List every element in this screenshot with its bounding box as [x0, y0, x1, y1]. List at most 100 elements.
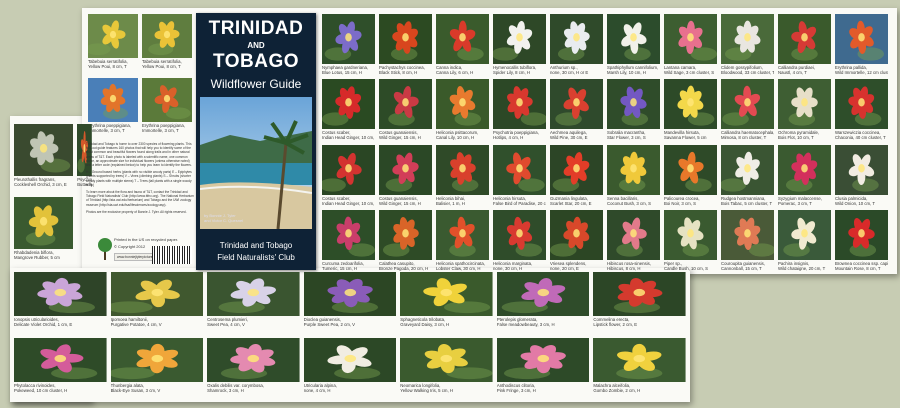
- species-photo: [721, 79, 774, 130]
- species-photo: [379, 144, 432, 195]
- flower-photo-icon: [664, 209, 717, 260]
- barcode-icon: [152, 246, 192, 264]
- flower-photo-icon: [110, 272, 204, 316]
- species-caption: Anthodiscus clitoria, Pink Fringe, 3 cm,…: [496, 382, 536, 393]
- species-card: Aechmea aquilega, Wild Pine, 30 cm, E: [550, 79, 603, 141]
- species-card: Erythrina pallida, Wild Immortelle, 12 c…: [835, 14, 888, 76]
- species-photo: [778, 14, 831, 64]
- species-photo: [607, 14, 660, 64]
- species-card: Rhabdadenia biflora, Mangrove Rubber, 5 …: [14, 197, 74, 266]
- flower-photo-icon: [322, 144, 375, 195]
- flower-photo-icon: [835, 79, 888, 130]
- species-photo: [303, 272, 397, 316]
- species-caption: Costus guanaiensis, Wild Ginger, 15 cm, …: [379, 195, 421, 206]
- species-caption: Oxalis debilis var. corymbosa, Shamrock,…: [207, 382, 264, 393]
- species-caption: Ionopsis utricularioides, Delicate Viole…: [14, 317, 73, 327]
- species-caption: Spathiphyllum cannifolium, Marsh Lily, 1…: [607, 65, 659, 75]
- species-caption: Costus scaber, Indian Head Ginger, 10 cm…: [322, 195, 375, 206]
- cover-beach-photo: [200, 97, 312, 229]
- flower-photo-icon: [607, 144, 660, 195]
- cover-publisher-line1: Trinidad and Tobago: [219, 241, 293, 250]
- species-card: Ochroma pyramidale, Bois Flot, 10 cm, T: [778, 79, 831, 141]
- species-card: Costus guanaiensis, Wild Ginger, 15 cm, …: [379, 79, 432, 141]
- species-card: Mandevilla hirsuta, Savanna Flower, 5 cm: [664, 79, 717, 141]
- species-photo: [379, 79, 432, 130]
- species-caption: Heliconia bihai, Balisier, 1 m, H: [436, 195, 466, 206]
- species-card: Costus guanaiensis, Wild Ginger, 15 cm, …: [379, 144, 432, 207]
- species-caption: Calathea casupito, Bronze Pagoda, 20 cm,…: [379, 260, 429, 271]
- species-caption: Malachra alceifolia, Gombo Zombie, 2 cm,…: [593, 382, 641, 393]
- species-photo: [14, 272, 107, 316]
- species-photo: [496, 337, 590, 382]
- species-card: Clidem gossypifolium, Bloodwood, 33 cm c…: [721, 14, 774, 76]
- species-photo: [493, 79, 546, 130]
- species-photo: [14, 337, 107, 382]
- species-photo: [721, 209, 774, 260]
- species-caption: Centrosema plumieri, Sweet Pea, 4 cm, V: [207, 317, 248, 327]
- intro-legend: H – Ground based herbs (plants with no v…: [86, 170, 192, 187]
- flower-photo-icon: [721, 14, 774, 64]
- cover-authors: by Bonnie J. Tyler and Victor C. Quesnel: [204, 213, 244, 223]
- species-grid-main: Nymphaea gardneriana, Blue Lotus, 15 cm,…: [322, 14, 888, 272]
- flower-photo-icon: [436, 79, 489, 130]
- species-caption: Psychotria poeppigiana, Hotlips, 4 cm, H: [493, 130, 539, 141]
- species-card: Pachira insignis, Wild chataigne, 20 cm,…: [778, 209, 831, 272]
- flower-photo-icon: [835, 14, 888, 64]
- flower-photo-icon: [593, 337, 686, 382]
- flower-photo-icon: [142, 14, 192, 58]
- species-card: Psychotria poeppigiana, Hotlips, 4 cm, H: [493, 79, 546, 141]
- species-grid-left: Pleurothallis fragrans, Cockleshell Orch…: [14, 124, 92, 266]
- cover-publisher-line2: Field Naturalists' Club: [217, 253, 295, 262]
- cover-title-line1: TRINIDAD: [208, 18, 304, 39]
- species-photo: [778, 79, 831, 130]
- flower-photo-icon: [14, 337, 107, 382]
- flower-photo-icon: [14, 124, 74, 176]
- species-card: Heliconia bihai, Balisier, 1 m, H: [436, 144, 489, 207]
- species-photo: [593, 272, 686, 316]
- species-caption: Clidem gossypifolium, Bloodwood, 33 cm c…: [721, 65, 774, 75]
- species-caption: Heliconia marginata, none, 30 cm, H: [493, 260, 533, 271]
- species-photo: [550, 209, 603, 260]
- tree-logo-icon: [98, 238, 112, 260]
- flower-photo-icon: [778, 79, 831, 130]
- species-card: Curcuma zedoarifolia, Tumeric, 15 cm, H: [322, 209, 375, 272]
- flower-photo-icon: [207, 272, 300, 316]
- species-photo: [778, 144, 831, 195]
- species-card: Brownea coccinea ssp. capitella, Mountai…: [835, 209, 888, 272]
- species-photo: [379, 14, 432, 64]
- species-card: Ipomoea hamiltonii, Purgative Potatoe, 4…: [110, 272, 204, 335]
- species-card: Heliconia marginata, none, 30 cm, H: [493, 209, 546, 272]
- species-card: Hibiscus rosa-sinensis, Hibiscus, 8 cm, …: [607, 209, 660, 272]
- species-card: Pterolepis glomerata, False meadowbeauty…: [496, 272, 590, 335]
- species-caption: Sobralia macrantha, Star Flower, 3 cm, S: [607, 130, 646, 141]
- species-caption: Ochroma pyramidale, Bois Flot, 10 cm, T: [778, 130, 820, 141]
- species-card: Anthurium sp., none, 30 cm, H or E: [550, 14, 603, 76]
- species-photo: [664, 79, 717, 130]
- species-card: Sobralia macrantha, Star Flower, 3 cm, S: [607, 79, 660, 141]
- species-photo: [88, 78, 138, 122]
- species-caption: Pterolepis glomerata, False meadowbeauty…: [496, 317, 555, 327]
- species-card: Guzmania lingulata, Scarlet Star, 20 cm,…: [550, 144, 603, 207]
- species-caption: Hymenocallis tubiflora, Spider Lily, 8 c…: [493, 65, 537, 75]
- species-photo: [607, 79, 660, 130]
- species-caption: Syzygium malaccense, Pomerac, 3 cm, T: [778, 195, 822, 206]
- species-photo: [835, 209, 888, 260]
- flower-photo-icon: [436, 14, 489, 64]
- intro-contact: To learn more about the flora and fauna …: [86, 190, 194, 207]
- species-card: Erythrina poeppigiana, Immortelle, 3 cm,…: [88, 78, 138, 138]
- species-caption: Warszewiczia coccinea, Chaconia, 40 cm c…: [835, 130, 886, 141]
- species-card: Syzygium malaccense, Pomerac, 3 cm, T: [778, 144, 831, 207]
- species-card: Vriesea splendens, none, 20 cm, E: [550, 209, 603, 272]
- species-photo: [207, 337, 300, 382]
- species-card: Neomarica longifolia, Yellow Walking Iri…: [400, 337, 493, 401]
- species-card: Couroupita guianensis, Cannonball, 15 cm…: [721, 209, 774, 272]
- flower-photo-icon: [88, 78, 138, 122]
- species-photo: [493, 209, 546, 260]
- species-card: Commelina erecta, Lipstick flower, 2 cm,…: [593, 272, 686, 335]
- species-photo: [14, 124, 74, 176]
- flower-photo-icon: [400, 337, 493, 382]
- species-photo: [436, 79, 489, 130]
- species-caption: Guzmania lingulata, Scarlet Star, 20 cm,…: [550, 195, 592, 206]
- species-card: Sphagneticola trilobata, Graveyard Daisy…: [400, 272, 493, 335]
- species-photo: [207, 272, 300, 316]
